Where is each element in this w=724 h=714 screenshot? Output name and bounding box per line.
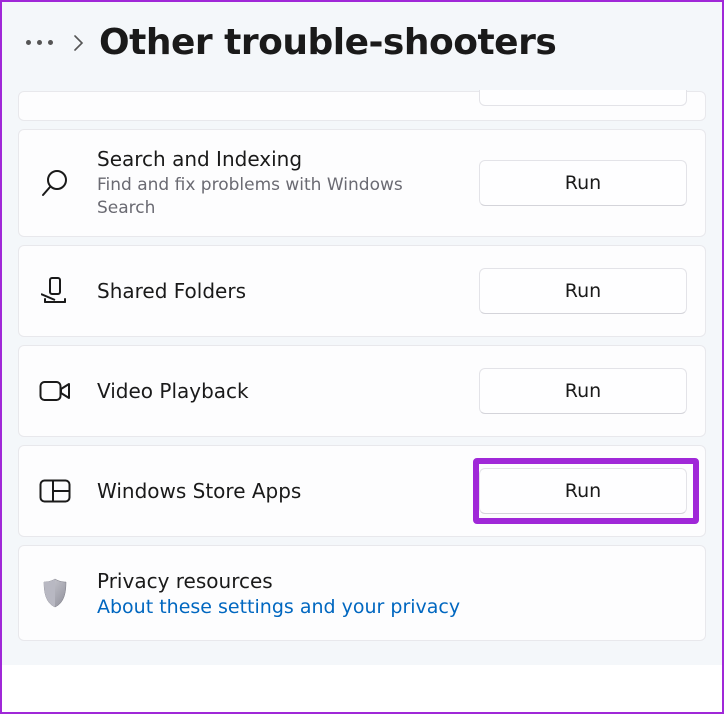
card-title: Video Playback xyxy=(97,378,455,404)
apps-icon xyxy=(37,479,73,503)
card-title: Privacy resources xyxy=(97,568,687,594)
card-subtitle: Find and fix problems with Windows Searc… xyxy=(97,174,455,220)
card-partial xyxy=(18,91,706,121)
card-title: Search and Indexing xyxy=(97,146,455,172)
search-icon xyxy=(37,168,73,198)
more-icon[interactable] xyxy=(20,40,59,45)
breadcrumb-header: Other trouble-shooters xyxy=(2,2,722,91)
privacy-link[interactable]: About these settings and your privacy xyxy=(97,596,460,618)
card-video-playback[interactable]: Video Playback Run xyxy=(18,345,706,437)
card-windows-store-apps[interactable]: Windows Store Apps Run xyxy=(18,445,706,537)
video-icon xyxy=(37,379,73,403)
card-title: Shared Folders xyxy=(97,278,455,304)
run-button[interactable]: Run xyxy=(479,468,687,514)
shield-icon xyxy=(37,577,73,609)
run-button-partial[interactable] xyxy=(479,90,687,106)
troubleshooter-list: Search and Indexing Find and fix problem… xyxy=(2,91,722,665)
settings-window: Other trouble-shooters Search and Indexi… xyxy=(0,0,724,714)
run-button[interactable]: Run xyxy=(479,160,687,206)
page-title: Other trouble-shooters xyxy=(99,22,556,63)
card-shared-folders[interactable]: Shared Folders Run xyxy=(18,245,706,337)
card-privacy: Privacy resources About these settings a… xyxy=(18,545,706,641)
chevron-right-icon xyxy=(73,35,85,51)
card-search-indexing[interactable]: Search and Indexing Find and fix problem… xyxy=(18,129,706,237)
run-button[interactable]: Run xyxy=(479,368,687,414)
card-title: Windows Store Apps xyxy=(97,478,455,504)
run-button[interactable]: Run xyxy=(479,268,687,314)
shared-folders-icon xyxy=(37,276,73,306)
